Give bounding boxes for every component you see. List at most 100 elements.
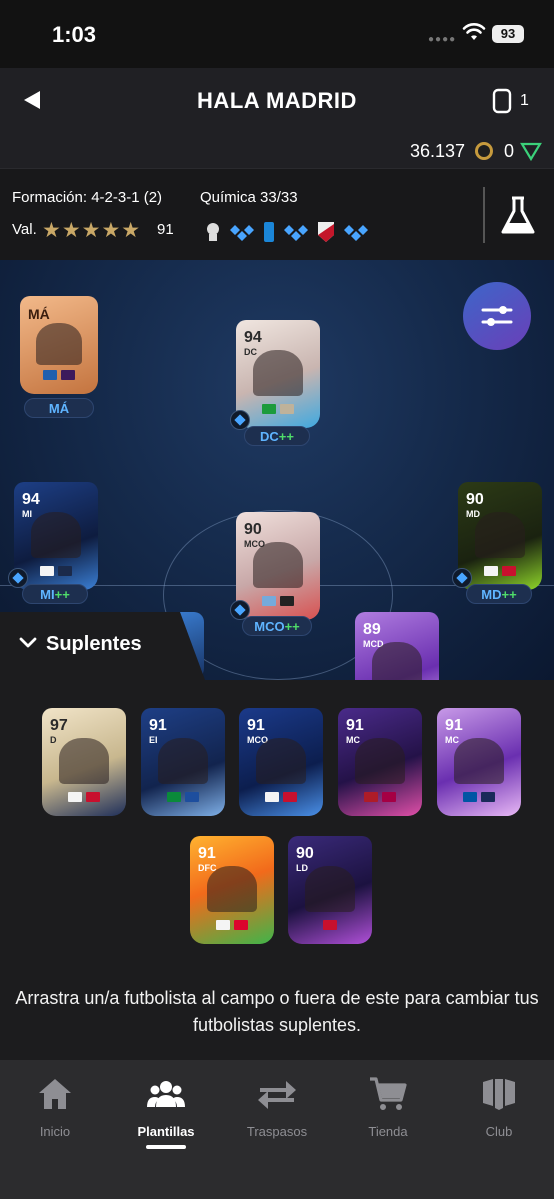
player-flags — [190, 920, 274, 930]
serie-a-icon — [264, 222, 274, 242]
portugal-flag-icon — [167, 792, 181, 802]
player-rating: 91 — [346, 717, 364, 734]
premier-league-icon — [323, 920, 337, 930]
coin-icon — [475, 142, 493, 160]
cart-icon — [370, 1077, 407, 1110]
manager-label: MÁ — [28, 306, 50, 322]
player-photo — [474, 512, 526, 558]
tab-tienda[interactable]: Tienda — [333, 1076, 443, 1139]
tab-label: Tienda — [368, 1124, 408, 1139]
player-rating: 91 — [149, 717, 167, 734]
tab-label: Club — [485, 1124, 513, 1139]
pill-plus: ++ — [501, 587, 517, 602]
player-photo — [58, 738, 110, 784]
england-flag-icon — [265, 792, 279, 802]
bench-card[interactable]: 91 MC — [338, 708, 422, 816]
people-icon — [147, 1081, 185, 1107]
club-shield-icon — [483, 1079, 515, 1110]
bench-hint: Arrastra un/a futbolista al campo o fuer… — [15, 988, 539, 1035]
active-tab-indicator — [146, 1145, 186, 1149]
player-rating: 89 — [363, 621, 381, 638]
tab-label: Plantillas — [137, 1124, 195, 1139]
home-icon — [39, 1079, 71, 1109]
pill-plus: ++ — [278, 429, 294, 444]
manager-pill-label: MÁ — [48, 401, 70, 416]
chemistry-diamonds-icon — [344, 225, 368, 241]
bench-card[interactable]: 90 LD — [288, 836, 372, 944]
player-rating: 90 — [296, 845, 314, 862]
bench-card[interactable]: 91 MC — [437, 708, 521, 816]
squad-slot-icon[interactable] — [492, 88, 512, 114]
coin-balance: 36.137 — [410, 141, 466, 161]
tab-label: Traspasos — [246, 1124, 308, 1139]
pill-label: DC — [260, 429, 279, 444]
transfer-arrows-icon — [258, 1081, 296, 1109]
bench-card[interactable]: 91 DFC — [190, 836, 274, 944]
tab-inicio[interactable]: Inicio — [0, 1076, 110, 1139]
flask-icon[interactable] — [500, 195, 536, 237]
player-position: MI — [22, 509, 32, 519]
position-pill-mi: MI++ — [22, 584, 88, 604]
position-pill-dc: DC++ — [244, 426, 310, 446]
info-divider — [483, 187, 485, 243]
tab-traspasos[interactable]: Traspasos — [222, 1076, 332, 1139]
player-position: MD — [466, 509, 480, 519]
mls-icon — [318, 222, 334, 242]
pill-label: MI — [40, 587, 55, 602]
player-card-mcd[interactable]: 89 MCD — [355, 612, 439, 680]
manager-card[interactable]: MÁ — [20, 296, 98, 394]
pill-label: MCO — [254, 619, 285, 634]
tab-plantillas[interactable]: Plantillas — [111, 1076, 221, 1149]
manager-photo — [35, 323, 83, 365]
player-position: LD — [296, 863, 308, 873]
player-position: DC — [244, 347, 257, 357]
tab-label: Inicio — [39, 1124, 71, 1139]
player-card-dc[interactable]: 94 DC — [236, 320, 320, 428]
player-photo — [157, 738, 209, 784]
battery-indicator: 93 — [492, 25, 524, 43]
bench-toggle[interactable]: Suplentes — [0, 612, 205, 680]
bench-card[interactable]: 91 EI — [141, 708, 225, 816]
tab-club[interactable]: Club — [444, 1076, 554, 1139]
bayern-icon — [234, 920, 248, 930]
league-chemistry-row — [204, 219, 370, 245]
player-rating: 97 — [50, 717, 68, 734]
squad-header: HALA MADRID 1 36.137 0 — [0, 68, 554, 168]
bench-title: Suplentes — [46, 633, 142, 655]
netherlands-flag-icon — [364, 792, 378, 802]
player-flags — [239, 792, 323, 802]
player-flags — [288, 920, 372, 930]
psg-icon — [481, 792, 495, 802]
korea-flag-icon — [40, 566, 54, 576]
formation-label[interactable]: Formación: 4-2-3-1 (2) — [12, 189, 162, 206]
player-card-mco[interactable]: 90 MCO — [236, 512, 320, 620]
squad-title[interactable]: HALA MADRID — [0, 88, 554, 114]
player-photo — [453, 738, 505, 784]
inter-miami-icon — [280, 596, 294, 606]
england-flag-icon — [68, 792, 82, 802]
arsenal-icon — [502, 566, 516, 576]
player-rating: 91 — [247, 717, 265, 734]
player-photo — [252, 350, 304, 396]
bench-card[interactable]: 97 D — [42, 708, 126, 816]
player-flags — [338, 792, 422, 802]
player-position: D — [50, 735, 57, 745]
player-position: EI — [149, 735, 158, 745]
player-photo — [252, 542, 304, 588]
squad-tools-button[interactable] — [463, 282, 531, 350]
barcelona-icon — [382, 792, 396, 802]
player-position: MC — [445, 735, 459, 745]
england-flag-icon — [484, 566, 498, 576]
bench-card[interactable]: 91 MCO — [239, 708, 323, 816]
status-time: 1:03 — [52, 22, 97, 47]
squad-count: 1 — [520, 92, 529, 109]
player-photo — [255, 738, 307, 784]
player-photo — [30, 512, 82, 558]
chemistry-diamonds-icon — [284, 225, 308, 241]
status-bar: 1:03 ●●●● 93 — [0, 0, 554, 68]
arsenal-icon — [283, 792, 297, 802]
bottom-tab-bar: Inicio Plantillas Traspasos Tienda Club — [0, 1060, 554, 1199]
player-position: MC — [346, 735, 360, 745]
position-pill-mco: MCO++ — [242, 616, 312, 636]
value-label: Val. — [12, 221, 37, 238]
